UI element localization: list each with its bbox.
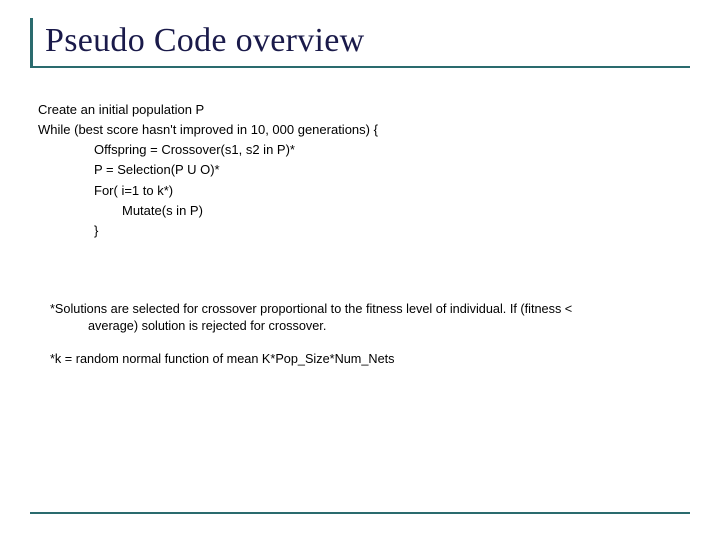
pseudocode-block: Create an initial population P While (be… (30, 100, 690, 241)
code-line: } (38, 221, 690, 241)
slide-title: Pseudo Code overview (45, 22, 690, 60)
title-container: Pseudo Code overview (30, 18, 690, 68)
code-line: Mutate(s in P) (38, 201, 690, 221)
code-line: While (best score hasn't improved in 10,… (38, 120, 690, 140)
code-line: P = Selection(P U O)* (38, 160, 690, 180)
slide: Pseudo Code overview Create an initial p… (0, 0, 720, 540)
divider-bottom (30, 512, 690, 514)
footnote: *k = random normal function of mean K*Po… (50, 351, 690, 368)
footnote: *Solutions are selected for crossover pr… (50, 301, 690, 335)
footnote-line: average) solution is rejected for crosso… (50, 318, 690, 335)
code-line: For( i=1 to k*) (38, 181, 690, 201)
code-line: Create an initial population P (38, 100, 690, 120)
code-line: Offspring = Crossover(s1, s2 in P)* (38, 140, 690, 160)
footnotes: *Solutions are selected for crossover pr… (30, 301, 690, 368)
footnote-line: *Solutions are selected for crossover pr… (50, 301, 690, 318)
